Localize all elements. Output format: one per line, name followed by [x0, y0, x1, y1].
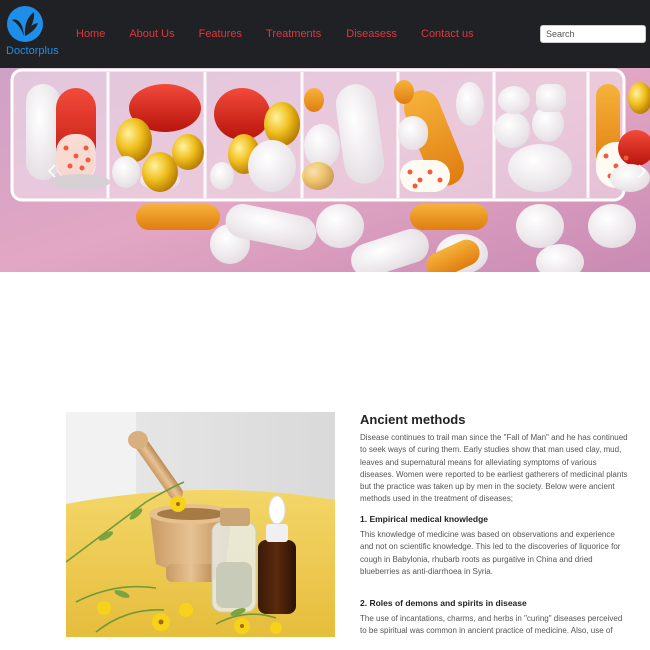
article-title: Ancient methods	[360, 412, 466, 427]
chevron-left-icon	[47, 164, 56, 178]
section-body-demons-spirits: The use of incantations, charms, and her…	[360, 614, 623, 636]
article-intro: Disease continues to trail man since the…	[360, 433, 628, 504]
nav-treatments[interactable]: Treatments	[266, 28, 321, 40]
search-input[interactable]	[540, 25, 646, 43]
leaf-logo-icon	[7, 6, 43, 42]
carousel-prev-button[interactable]	[42, 160, 62, 182]
nav-features[interactable]: Features	[199, 28, 242, 40]
section-heading-demons-spirits: 2. Roles of demons and spirits in diseas…	[360, 598, 527, 608]
chevron-right-icon	[638, 164, 647, 178]
section-body-empirical: This knowledge of medicine was based on …	[360, 530, 621, 576]
top-navbar: Doctorplus Home About Us Features Treatm…	[0, 0, 650, 68]
nav-home[interactable]: Home	[76, 28, 105, 40]
nav-about-us[interactable]: About Us	[129, 28, 174, 40]
main-nav: Home About Us Features Treatments Diseas…	[76, 28, 474, 40]
nav-contact-us[interactable]: Contact us	[421, 28, 474, 40]
brand-name: Doctorplus	[6, 45, 59, 57]
carousel-next-button[interactable]	[632, 160, 650, 182]
section-heading-empirical: 1. Empirical medical knowledge	[360, 514, 489, 524]
pills-organizer-image	[0, 68, 650, 272]
hero-carousel	[0, 68, 650, 272]
herbal-remedies-image	[66, 412, 335, 637]
nav-diseases[interactable]: Diseasess	[346, 28, 397, 40]
brand-logo[interactable]: Doctorplus	[5, 6, 59, 58]
